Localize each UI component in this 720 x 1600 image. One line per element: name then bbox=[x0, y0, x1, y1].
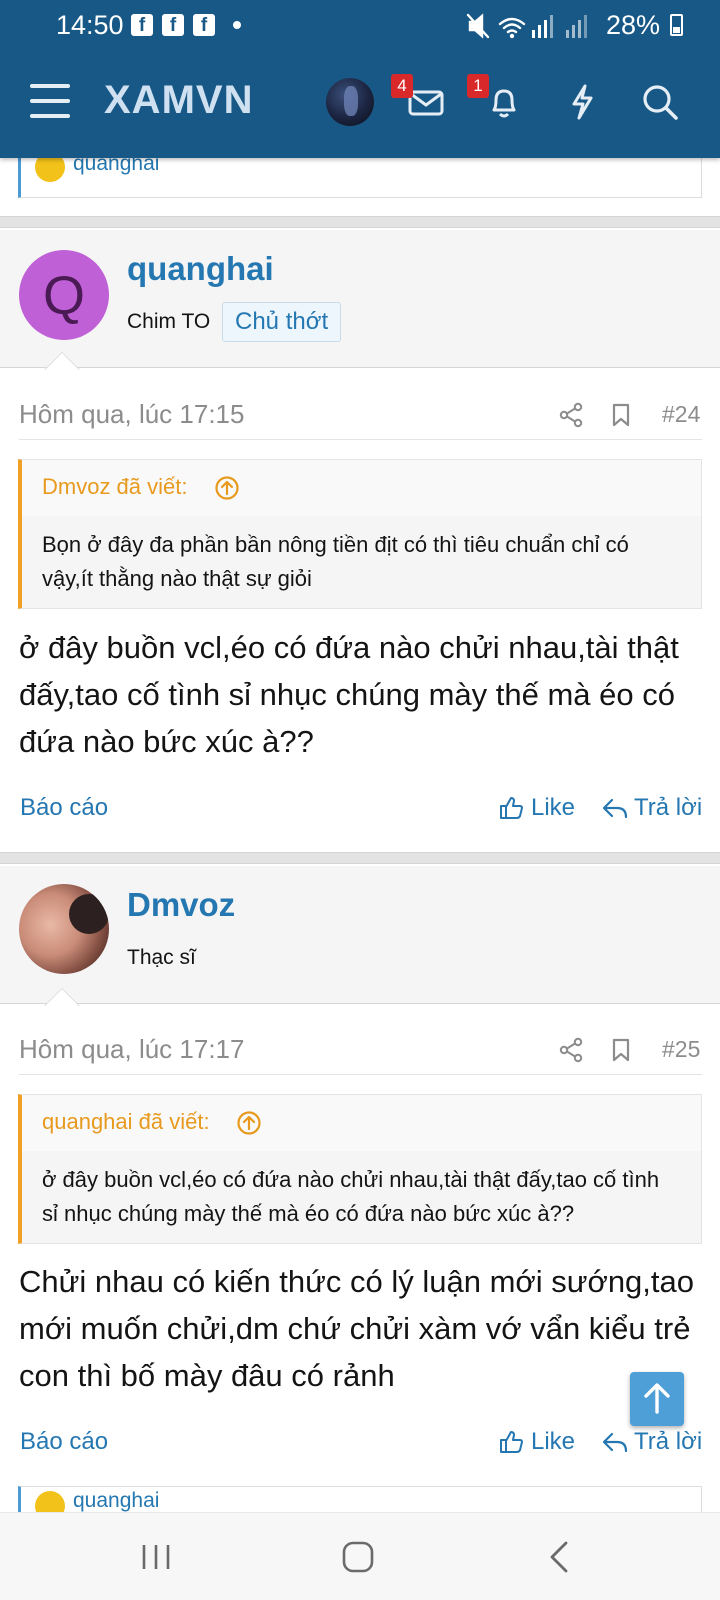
quote-header: Dmvoz đã viết: bbox=[22, 460, 701, 516]
status-bar: 14:50 f f f 28% bbox=[0, 0, 720, 52]
post-message: ở đây buồn vcl,éo có đứa nào chửi nhau,t… bbox=[19, 630, 679, 759]
user-avatar[interactable] bbox=[326, 78, 374, 126]
avatar[interactable] bbox=[19, 884, 109, 974]
quote-text: ở đây buồn vcl,éo có đứa nào chửi nhau,t… bbox=[42, 1167, 660, 1226]
system-navigation-bar bbox=[0, 1512, 720, 1600]
site-logo[interactable]: XAMVN bbox=[104, 78, 253, 123]
quote-block: Dmvoz đã viết: Bọn ở đây đa phần bần nôn… bbox=[18, 459, 702, 609]
user-rank: Thạc sĩ bbox=[127, 946, 196, 969]
like-button[interactable]: Like bbox=[531, 1428, 575, 1456]
post-username[interactable]: Dmvoz bbox=[127, 886, 235, 924]
messages-badge: 4 bbox=[391, 74, 413, 98]
quote-author[interactable]: Dmvoz đã viết: bbox=[42, 474, 188, 500]
back-icon[interactable] bbox=[540, 1539, 580, 1575]
quote-text: Bọn ở đây đa phần bần nông tiền địt có t… bbox=[42, 532, 629, 591]
divider bbox=[19, 439, 702, 440]
share-icon[interactable] bbox=[558, 1037, 584, 1063]
app-header: 14:50 f f f 28% XAMVN 4 1 bbox=[0, 0, 720, 158]
scroll-to-top-button[interactable] bbox=[630, 1372, 684, 1426]
bookmark-icon[interactable] bbox=[608, 402, 634, 428]
menu-icon[interactable] bbox=[30, 84, 72, 120]
post-user-header: Q quanghai Chim TO bbox=[0, 230, 720, 368]
reply-icon[interactable] bbox=[602, 795, 628, 821]
reply-icon[interactable] bbox=[602, 1429, 628, 1455]
quote-author[interactable]: quanghai đã viết: bbox=[42, 1109, 210, 1135]
battery-percent: 28% bbox=[606, 10, 661, 40]
post-user-header: Dmvoz Thạc sĩ bbox=[0, 866, 720, 1004]
bookmark-icon[interactable] bbox=[608, 1037, 634, 1063]
search-icon[interactable] bbox=[638, 80, 682, 124]
reply-button[interactable]: Trả lời bbox=[634, 794, 702, 822]
facebook-notification-icon: f bbox=[162, 14, 184, 36]
post-date[interactable]: Hôm qua, lúc 17:17 bbox=[19, 1034, 244, 1065]
quote-block: quanghai đã viết: ở đây buồn vcl,éo có đ… bbox=[18, 1094, 702, 1244]
reply-button[interactable]: Trả lời bbox=[634, 1428, 702, 1456]
battery-icon bbox=[670, 14, 683, 36]
like-button[interactable]: Like bbox=[531, 794, 575, 822]
more-notifications-dot-icon bbox=[233, 21, 241, 29]
divider bbox=[19, 1074, 702, 1075]
go-to-quoted-post-icon[interactable] bbox=[236, 1110, 262, 1136]
mute-wifi-signal-icons bbox=[466, 13, 587, 39]
user-rank: Chim TO bbox=[127, 310, 211, 333]
home-icon[interactable] bbox=[338, 1539, 378, 1575]
post-separator bbox=[0, 852, 720, 864]
post-date[interactable]: Hôm qua, lúc 17:15 bbox=[19, 399, 244, 430]
facebook-notification-icon: f bbox=[131, 14, 153, 36]
post-number[interactable]: #24 bbox=[662, 401, 700, 428]
post-username[interactable]: quanghai bbox=[127, 250, 274, 288]
facebook-notification-icon: f bbox=[193, 14, 215, 36]
reaction-user[interactable]: quanghai bbox=[73, 1489, 159, 1513]
share-icon[interactable] bbox=[558, 402, 584, 428]
post-message: Chửi nhau có kiến thức có lý luận mới sư… bbox=[19, 1264, 695, 1393]
arrow-up-icon bbox=[644, 1383, 670, 1414]
recent-apps-icon[interactable] bbox=[136, 1539, 176, 1575]
post-separator bbox=[0, 216, 720, 228]
alerts-badge: 1 bbox=[467, 74, 489, 98]
quote-header: quanghai đã viết: bbox=[22, 1095, 701, 1151]
report-link[interactable]: Báo cáo bbox=[20, 794, 108, 822]
site-navbar: XAMVN 4 1 bbox=[0, 62, 720, 142]
status-time: 14:50 bbox=[56, 10, 124, 40]
go-to-quoted-post-icon[interactable] bbox=[214, 475, 240, 501]
thumbs-up-icon[interactable] bbox=[498, 795, 524, 821]
report-link[interactable]: Báo cáo bbox=[20, 1428, 108, 1456]
whats-new-lightning-icon[interactable] bbox=[560, 80, 604, 124]
post-pointer bbox=[44, 352, 80, 370]
post-number[interactable]: #25 bbox=[662, 1036, 700, 1063]
thread-starter-badge: Chủ thớt bbox=[222, 302, 342, 342]
thumbs-up-icon[interactable] bbox=[498, 1429, 524, 1455]
avatar[interactable]: Q bbox=[19, 250, 109, 340]
post-pointer bbox=[44, 988, 80, 1006]
